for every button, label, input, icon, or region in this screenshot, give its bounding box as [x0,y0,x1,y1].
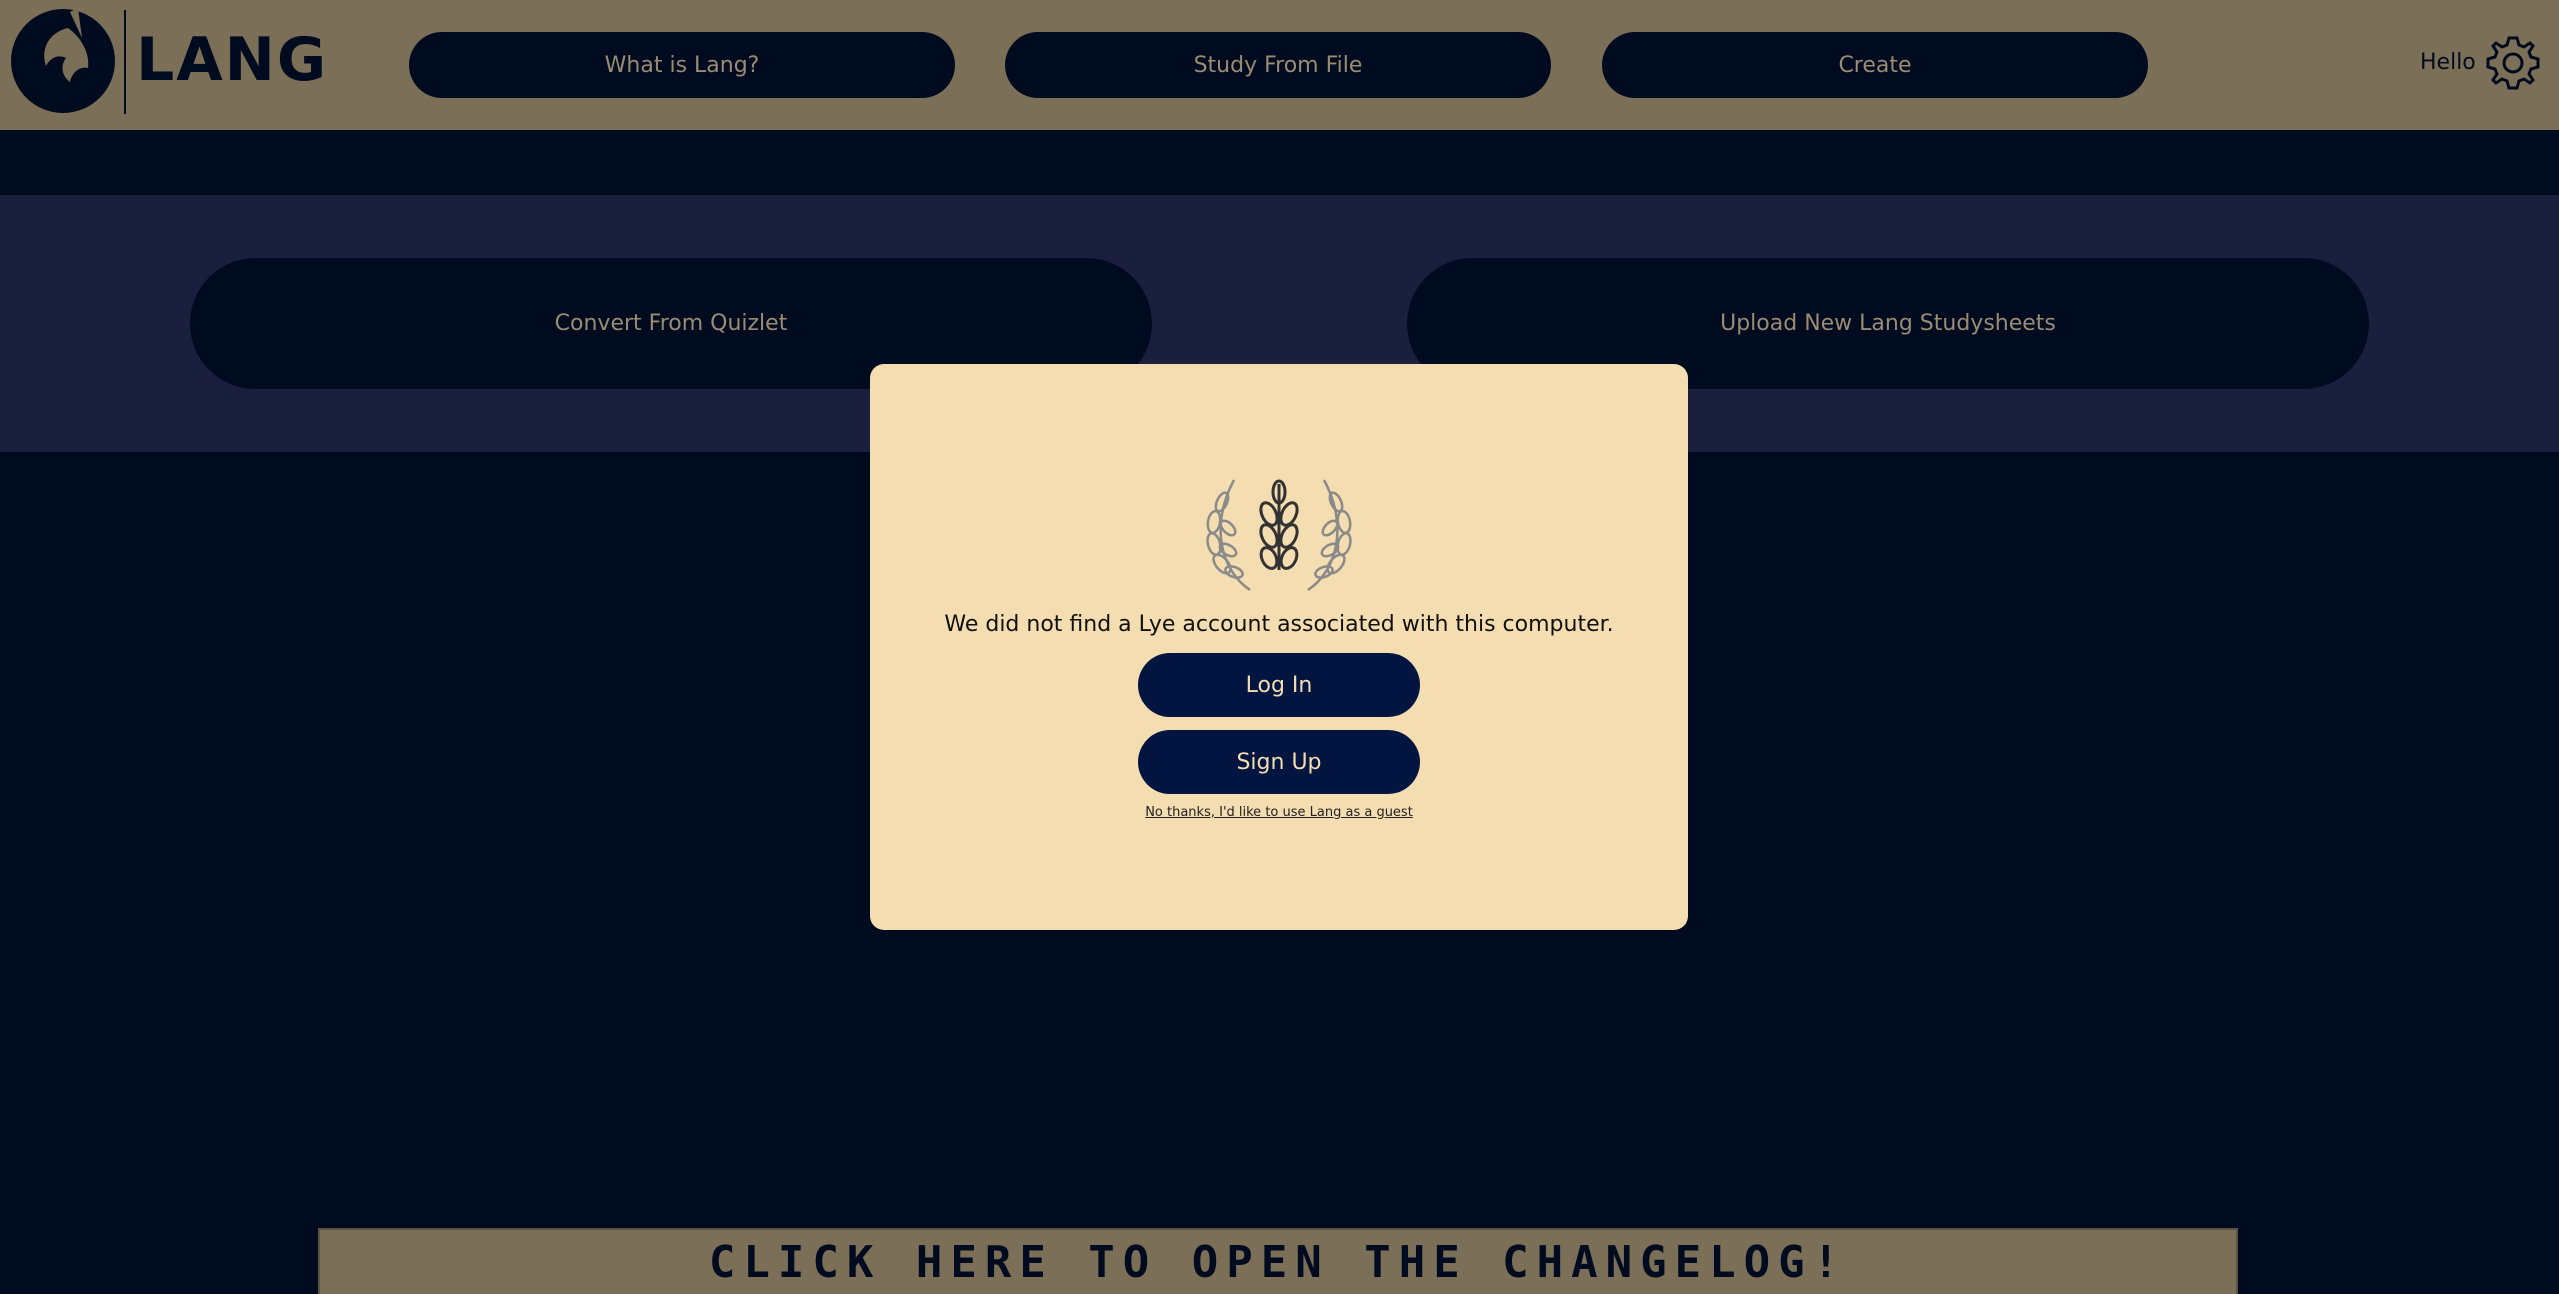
laurel-wheat-icon [1206,479,1352,592]
top-header: LANG What is Lang? Study From File Creat… [0,0,2559,130]
app-root: LANG What is Lang? Study From File Creat… [0,0,2559,1294]
logo-divider [124,10,126,114]
nav-what-is-lang-button[interactable]: What is Lang? [409,32,955,98]
nav-study-from-file-button[interactable]: Study From File [1005,32,1551,98]
continue-as-guest-link[interactable]: No thanks, I'd like to use Lang as a gue… [870,805,1688,820]
gear-icon[interactable] [2484,34,2542,92]
open-changelog-button[interactable]: CLICK HERE TO OPEN THE CHANGELOG! [318,1228,2238,1294]
no-account-message: We did not find a Lye account associated… [944,612,1614,637]
account-modal: We did not find a Lye account associated… [870,364,1688,930]
nav-create-button[interactable]: Create [1602,32,2148,98]
logo-wordmark[interactable]: LANG [136,24,328,96]
greeting-text: Hello [2420,50,2476,75]
sign-up-button[interactable]: Sign Up [1138,730,1420,794]
lang-logo-icon[interactable] [10,8,116,114]
log-in-button[interactable]: Log In [1138,653,1420,717]
